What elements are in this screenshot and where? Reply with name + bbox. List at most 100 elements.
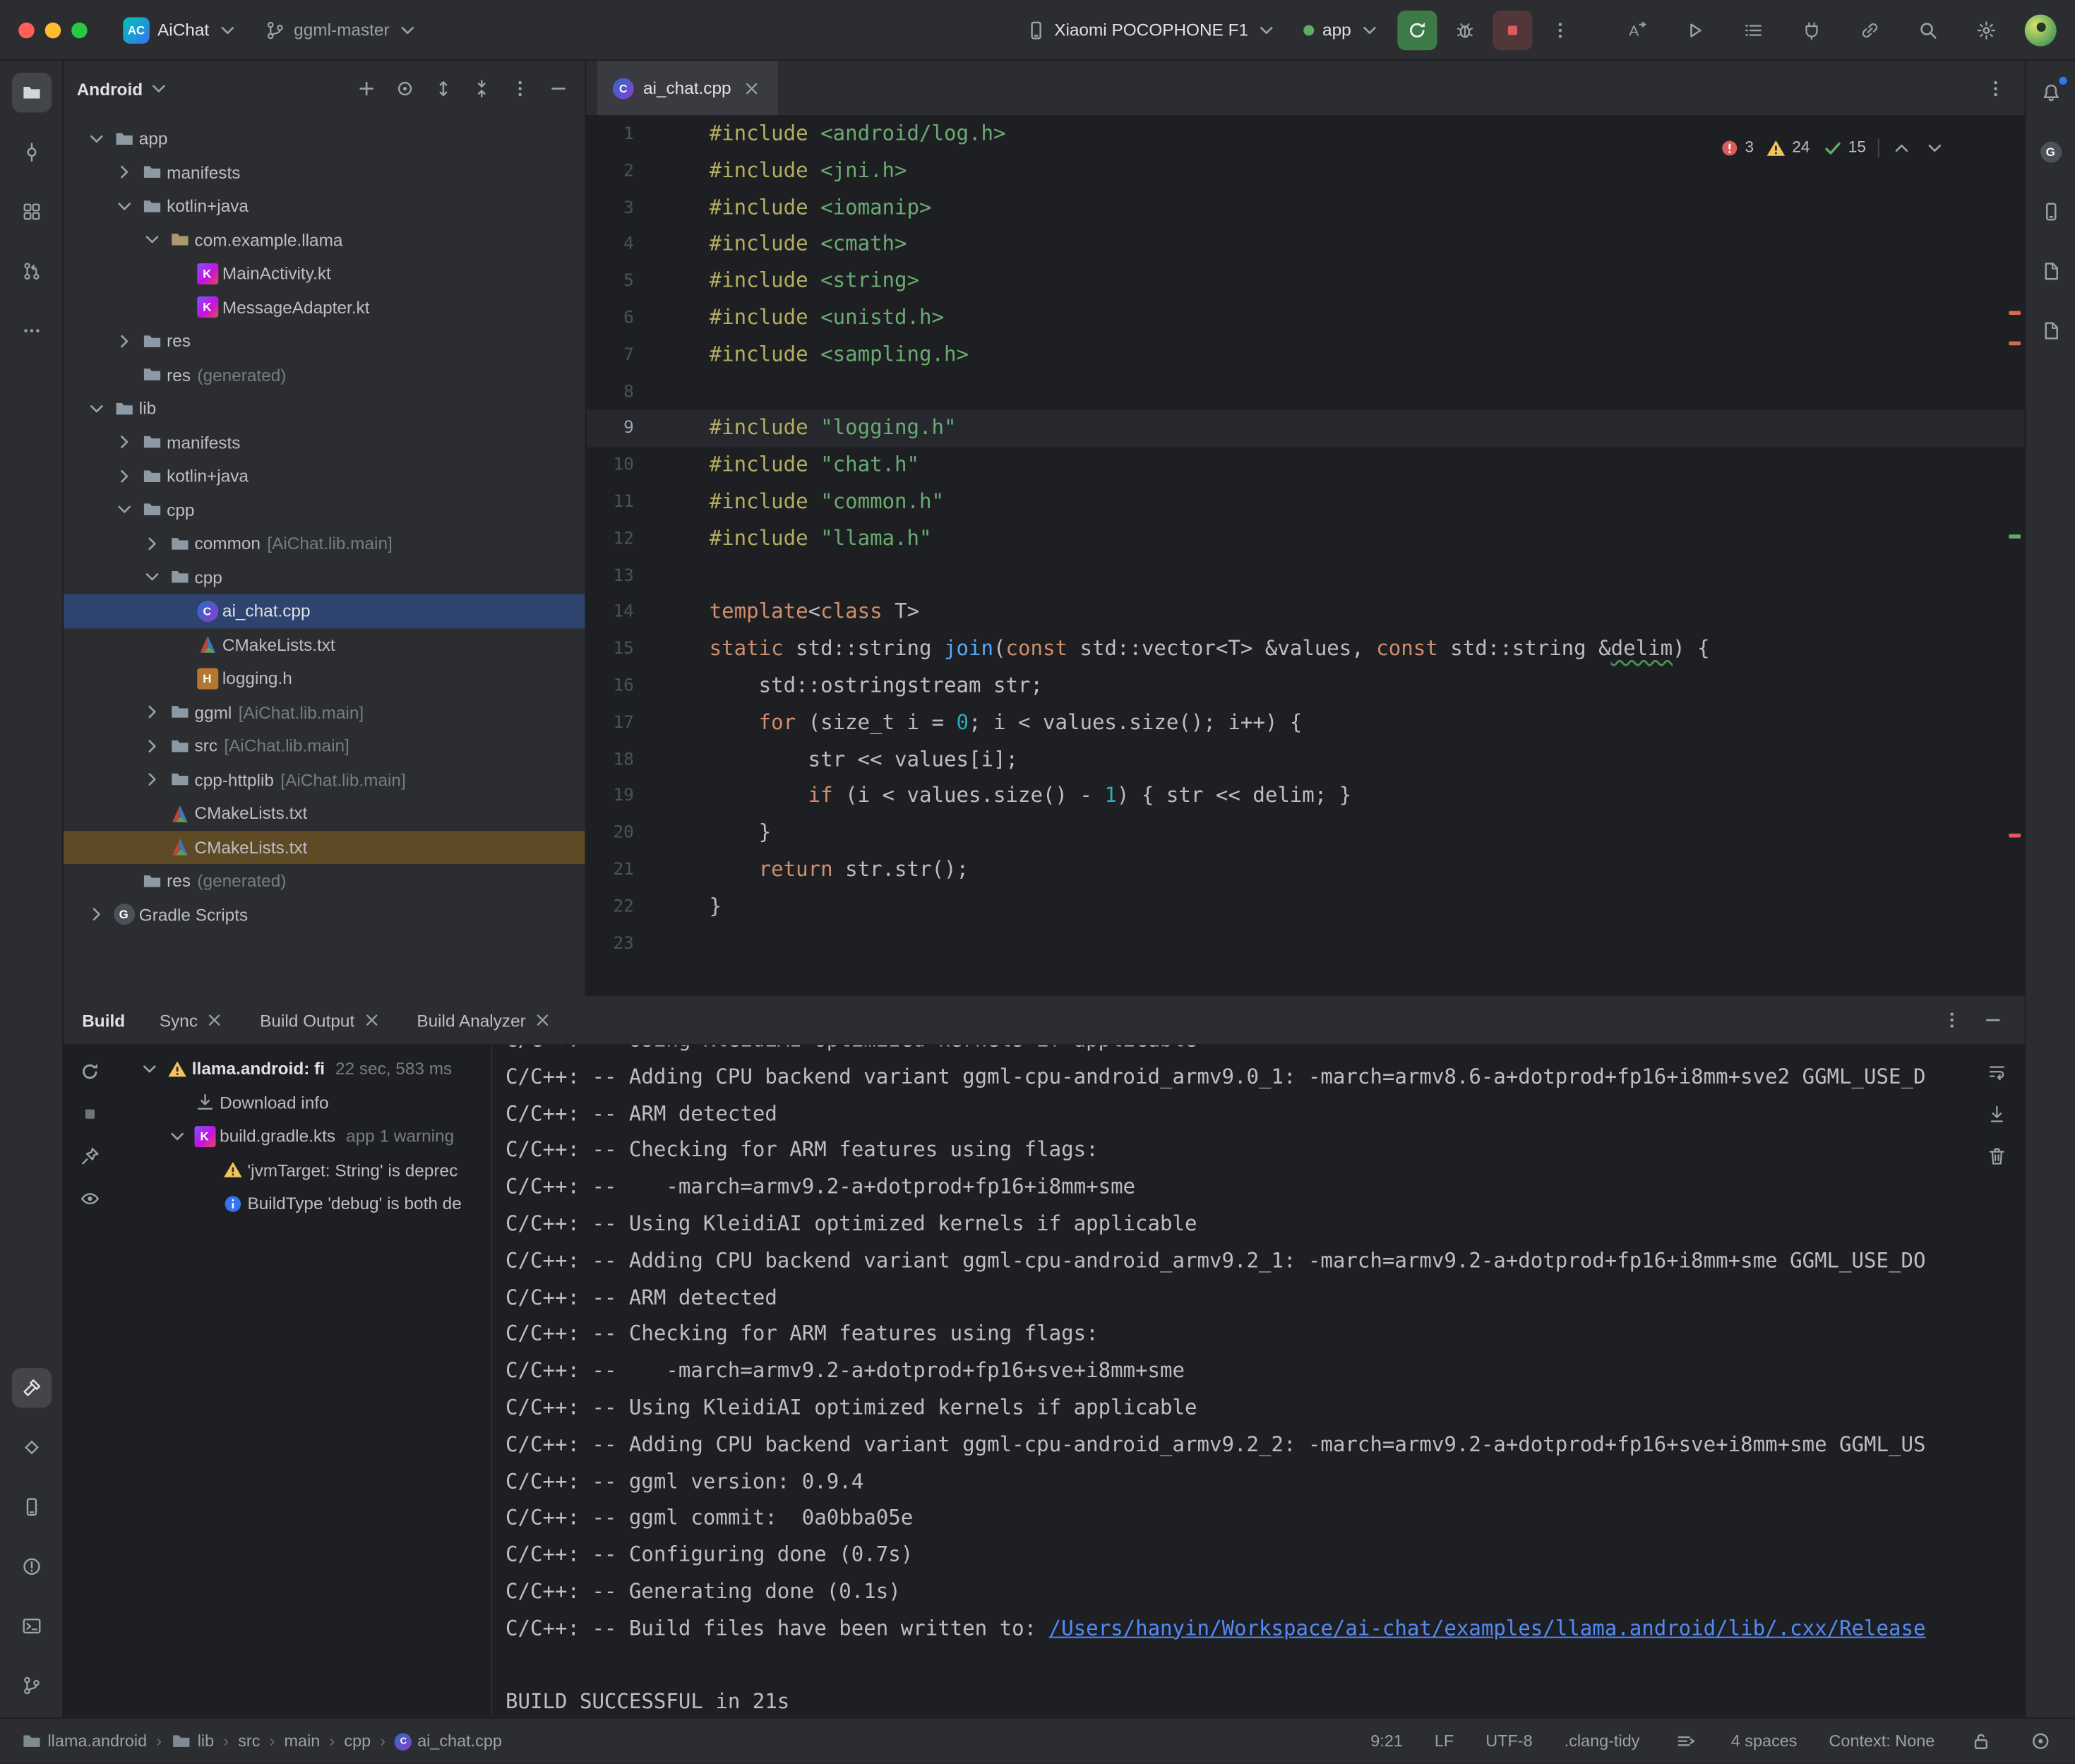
previous-issue-icon[interactable] xyxy=(1891,138,1912,159)
context-widget[interactable]: Context: None xyxy=(1829,1732,1935,1751)
vcs-branch-widget[interactable]: ggml-master xyxy=(256,14,428,46)
search-everywhere-button[interactable] xyxy=(1908,10,1948,49)
project-tree-item[interactable]: cpp-httplib[AiChat.lib.main] xyxy=(64,763,585,797)
running-devices-button[interactable] xyxy=(11,1487,51,1527)
project-tree-item[interactable]: Cai_chat.cpp xyxy=(64,594,585,628)
breadcrumb-item[interactable]: cpp xyxy=(344,1732,371,1751)
build-tree-item[interactable]: Kbuild.gradle.ktsapp 1 warning xyxy=(116,1120,491,1153)
code-line[interactable]: 4#include <cmath> xyxy=(586,227,2024,263)
editor-tab-ai-chat-cpp[interactable]: C ai_chat.cpp xyxy=(597,61,777,115)
project-tree-item[interactable]: app xyxy=(64,121,585,155)
commit-tool-button[interactable] xyxy=(11,132,51,172)
tree-chevron-icon[interactable] xyxy=(138,229,165,251)
more-tool-windows-button[interactable] xyxy=(11,311,51,350)
project-tree-item[interactable]: CMakeLists.txt xyxy=(64,796,585,830)
panel-options-icon[interactable] xyxy=(506,78,533,100)
build-tree-item[interactable]: 'jvmTarget: String' is deprec xyxy=(116,1153,491,1187)
add-icon[interactable] xyxy=(352,78,380,100)
build-tab-build-analyzer[interactable]: Build Analyzer xyxy=(417,1009,554,1031)
soft-wrap-icon[interactable] xyxy=(1983,1061,2011,1082)
code-editor[interactable]: 1#include <android/log.h>2#include <jni.… xyxy=(586,116,2024,996)
lock-icon[interactable] xyxy=(1966,1731,1994,1752)
breadcrumb-item[interactable]: main xyxy=(285,1732,321,1751)
code-line[interactable]: 8 xyxy=(586,374,2024,411)
debug-button[interactable] xyxy=(1445,10,1485,49)
build-options-icon[interactable] xyxy=(1937,1009,1965,1031)
project-tree-item[interactable]: res xyxy=(64,324,585,358)
line-separator[interactable]: LF xyxy=(1435,1732,1454,1751)
project-tree-item[interactable]: CMakeLists.txt xyxy=(64,830,585,864)
tree-chevron-icon[interactable] xyxy=(138,702,165,723)
stripe-error-mark[interactable] xyxy=(2009,834,2021,838)
collapse-all-icon[interactable] xyxy=(467,78,495,100)
stop-button[interactable] xyxy=(1493,10,1532,49)
show-options-icon[interactable] xyxy=(76,1188,104,1209)
project-view-mode[interactable]: Android xyxy=(77,79,143,99)
app-insights-button[interactable] xyxy=(11,1427,51,1467)
scroll-to-end-icon[interactable] xyxy=(1983,1103,2011,1124)
project-tree-item[interactable]: manifests xyxy=(64,155,585,189)
pull-requests-button[interactable] xyxy=(11,251,51,291)
more-run-actions-button[interactable] xyxy=(1541,10,1580,49)
tree-chevron-icon[interactable] xyxy=(138,769,165,790)
clang-tidy-widget[interactable]: .clang-tidy xyxy=(1565,1732,1640,1751)
code-line[interactable]: 22} xyxy=(586,889,2024,925)
breadcrumb-item[interactable]: lib xyxy=(171,1731,214,1752)
project-tree-item[interactable]: CMakeLists.txt xyxy=(64,628,585,661)
version-control-button[interactable] xyxy=(11,1666,51,1705)
project-tree-item[interactable]: Hlogging.h xyxy=(64,661,585,695)
stripe-change-mark[interactable] xyxy=(2009,534,2021,539)
project-tree-item[interactable]: common[AiChat.lib.main] xyxy=(64,527,585,560)
project-tree-item[interactable]: cpp xyxy=(64,560,585,594)
project-tree-item[interactable]: manifests xyxy=(64,426,585,460)
close-icon[interactable] xyxy=(741,78,762,99)
code-line[interactable]: 3#include <iomanip> xyxy=(586,190,2024,227)
hide-build-panel-icon[interactable] xyxy=(1978,1009,2006,1031)
tree-chevron-icon[interactable] xyxy=(138,736,165,757)
project-tree-item[interactable]: res(generated) xyxy=(64,864,585,898)
close-icon[interactable] xyxy=(361,1009,383,1031)
breadcrumb-item[interactable]: src xyxy=(238,1732,260,1751)
breadcrumb-item[interactable]: llama.android xyxy=(21,1731,147,1752)
minimize-window-button[interactable] xyxy=(45,22,61,37)
code-line[interactable]: 5#include <string> xyxy=(586,263,2024,300)
code-line[interactable]: 11#include "common.h" xyxy=(586,484,2024,521)
build-tree-item[interactable]: Download info xyxy=(116,1086,491,1120)
code-line[interactable]: 17 for (size_t i = 0; i < values.size();… xyxy=(586,705,2024,742)
tree-chevron-icon[interactable] xyxy=(110,499,138,520)
tree-chevron-icon[interactable] xyxy=(82,128,109,149)
build-tab-sync[interactable]: Sync xyxy=(160,1009,226,1031)
code-line[interactable]: 14template<class T> xyxy=(586,594,2024,631)
build-tab-build-output[interactable]: Build Output xyxy=(260,1009,382,1031)
code-line[interactable]: 19 if (i < values.size() - 1) { str << d… xyxy=(586,779,2024,815)
highlighting-level-icon[interactable] xyxy=(2026,1731,2054,1752)
project-tree-item[interactable]: src[AiChat.lib.main] xyxy=(64,729,585,763)
code-line[interactable]: 6#include <unistd.h> xyxy=(586,300,2024,337)
run-configuration-selector[interactable]: app xyxy=(1295,14,1389,46)
tree-chevron-icon[interactable] xyxy=(110,432,138,453)
tree-chevron-icon[interactable] xyxy=(82,904,109,925)
project-tool-button[interactable] xyxy=(11,73,51,112)
tree-chevron-icon[interactable] xyxy=(82,398,109,419)
stop-sync-icon[interactable] xyxy=(76,1103,104,1124)
code-line[interactable]: 15static std::string join(const std::vec… xyxy=(586,631,2024,668)
project-tree-item[interactable]: cpp xyxy=(64,493,585,527)
tree-chevron-icon[interactable] xyxy=(110,196,138,217)
locate-file-icon[interactable] xyxy=(390,78,418,100)
tree-chevron-icon[interactable] xyxy=(138,533,165,554)
build-tree-item[interactable]: BuildType 'debug' is both de xyxy=(116,1187,491,1220)
code-line[interactable]: 13 xyxy=(586,558,2024,594)
code-line[interactable]: 10#include "chat.h" xyxy=(586,448,2024,484)
tree-chevron-icon[interactable] xyxy=(163,1126,191,1147)
stripe-warning-mark[interactable] xyxy=(2009,342,2021,346)
stripe-warning-mark[interactable] xyxy=(2009,311,2021,315)
code-line[interactable]: 9#include "logging.h" xyxy=(586,411,2024,448)
build-tree-item[interactable]: llama.android: fi22 sec, 583 ms xyxy=(116,1052,491,1086)
next-issue-icon[interactable] xyxy=(1924,138,1945,159)
code-line[interactable]: 7#include <sampling.h> xyxy=(586,337,2024,374)
close-icon[interactable] xyxy=(204,1009,225,1031)
tree-chevron-icon[interactable] xyxy=(138,567,165,588)
resource-manager-button[interactable] xyxy=(11,192,51,232)
code-line[interactable]: 12#include "llama.h" xyxy=(586,521,2024,558)
project-tree-item[interactable]: kotlin+java xyxy=(64,459,585,493)
